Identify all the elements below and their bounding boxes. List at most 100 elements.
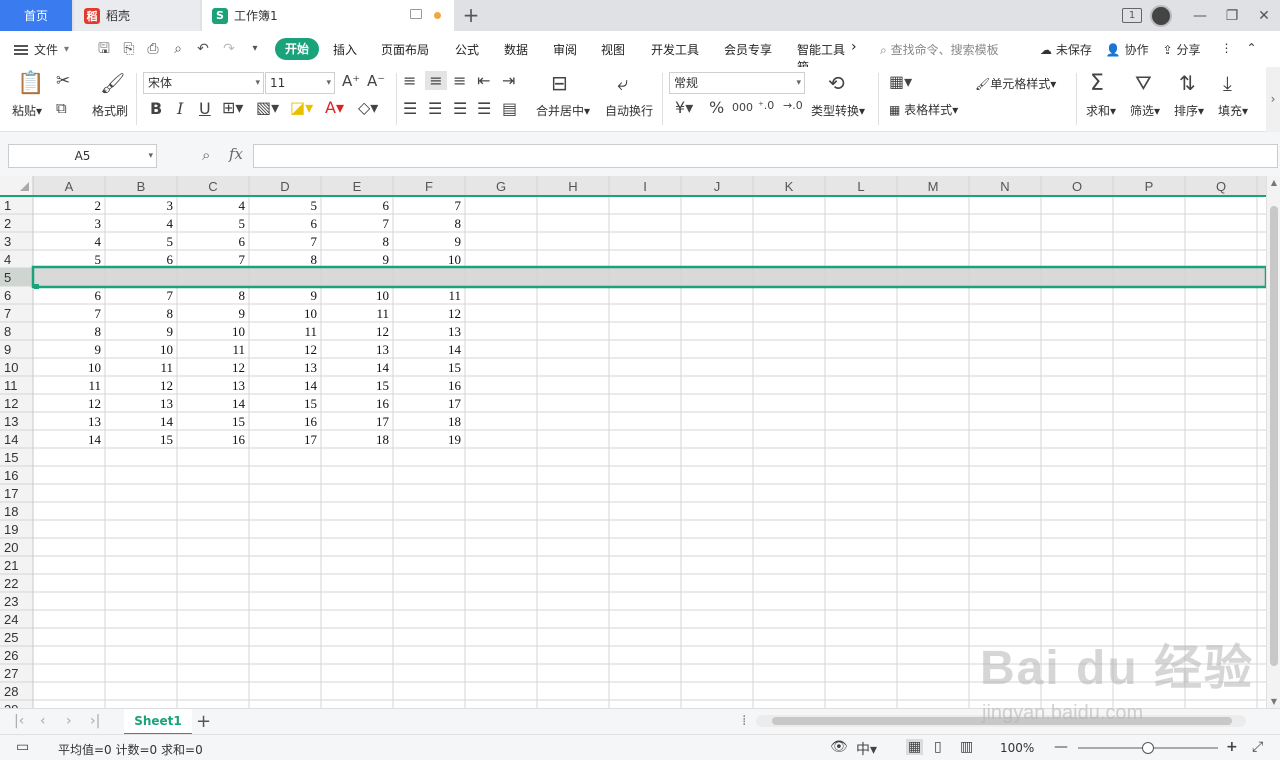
cell-c11[interactable]: 13 <box>232 378 245 393</box>
row-header-21[interactable]: 21 <box>4 558 18 573</box>
cell-c10[interactable]: 12 <box>232 360 245 375</box>
cell-f14[interactable]: 19 <box>448 432 461 447</box>
fill-pattern-icon[interactable]: ▧▾ <box>256 98 279 117</box>
row-header-1[interactable]: 1 <box>4 198 11 213</box>
decrease-font-icon[interactable]: A⁻ <box>367 72 385 90</box>
vertical-scroll-thumb[interactable] <box>1270 206 1278 666</box>
row-header-27[interactable]: 27 <box>4 666 18 681</box>
column-header-k[interactable]: K <box>785 179 794 194</box>
column-header-q[interactable]: Q <box>1216 179 1226 194</box>
cell-c9[interactable]: 11 <box>232 342 245 357</box>
cell-f10[interactable]: 15 <box>448 360 461 375</box>
cell-b6[interactable]: 7 <box>167 288 174 303</box>
cell-d9[interactable]: 12 <box>304 342 317 357</box>
cell-a9[interactable]: 9 <box>95 342 102 357</box>
row-header-20[interactable]: 20 <box>4 540 18 555</box>
column-header-f[interactable]: F <box>425 179 433 194</box>
type-convert-button[interactable]: 类型转换▾ <box>811 102 865 119</box>
cell-d1[interactable]: 5 <box>311 198 318 213</box>
tab-home[interactable]: 首页 <box>0 0 72 31</box>
column-header-b[interactable]: B <box>137 179 146 194</box>
cell-d8[interactable]: 11 <box>304 324 317 339</box>
column-header-e[interactable]: E <box>353 179 362 194</box>
grid-canvas[interactable]: A B C D E F G H I J K L M N O P Q12345678910111213141516… <box>0 176 1266 708</box>
cell-a1[interactable]: 2 <box>95 198 102 213</box>
cell-d7[interactable]: 10 <box>304 306 317 321</box>
cell-a14[interactable]: 14 <box>88 432 102 447</box>
eye-protection-icon[interactable]: 👁 <box>830 739 848 755</box>
function-icon[interactable]: fx <box>229 145 243 163</box>
zoom-slider-knob[interactable] <box>1142 742 1154 754</box>
font-size-select[interactable]: 11 <box>265 72 335 94</box>
horizontal-scroll-thumb[interactable] <box>772 717 1232 725</box>
cell-a6[interactable]: 6 <box>95 288 102 303</box>
conditional-format-icon[interactable]: ▦▾ <box>889 72 912 91</box>
cell-d2[interactable]: 6 <box>311 216 318 231</box>
cell-d3[interactable]: 7 <box>311 234 318 249</box>
row-header-28[interactable]: 28 <box>4 684 18 699</box>
tab-developer[interactable]: 开发工具 <box>651 41 699 58</box>
collapse-ribbon-icon[interactable]: ⌃ <box>1247 41 1257 58</box>
cell-f3[interactable]: 9 <box>455 234 462 249</box>
row-header-16[interactable]: 16 <box>4 468 18 483</box>
fill-handle[interactable] <box>34 284 39 289</box>
cell-c2[interactable]: 5 <box>239 216 246 231</box>
monitor-icon[interactable] <box>410 9 422 19</box>
increase-indent-icon[interactable]: ⇥ <box>502 71 515 90</box>
cell-a3[interactable]: 4 <box>95 234 102 249</box>
normal-view-icon[interactable]: ▦ <box>906 739 924 755</box>
bold-button[interactable]: B <box>150 99 162 118</box>
row-header-25[interactable]: 25 <box>4 630 18 645</box>
row-header-4[interactable]: 4 <box>4 252 11 267</box>
paste-button[interactable]: 粘贴▾ <box>12 102 42 119</box>
cell-d13[interactable]: 16 <box>304 414 318 429</box>
tab-member[interactable]: 会员专享 <box>724 41 772 58</box>
tab-workbook[interactable]: S 工作簿1 <box>202 0 454 31</box>
cell-b12[interactable]: 13 <box>160 396 173 411</box>
column-header-g[interactable]: G <box>496 179 506 194</box>
vertical-scrollbar[interactable]: ▲ ▼ <box>1266 176 1280 708</box>
last-sheet-icon[interactable]: ›| <box>90 713 100 729</box>
row-header-7[interactable]: 7 <box>4 306 11 321</box>
column-header-m[interactable]: M <box>928 179 939 194</box>
cell-a4[interactable]: 5 <box>95 252 102 267</box>
clear-format-icon[interactable]: ◇▾ <box>358 98 378 117</box>
cell-e3[interactable]: 8 <box>383 234 390 249</box>
row-header-9[interactable]: 9 <box>4 342 11 357</box>
column-header-a[interactable]: A <box>65 179 74 194</box>
cell-f4[interactable]: 10 <box>448 252 461 267</box>
column-header-l[interactable]: L <box>857 179 864 194</box>
decrease-indent-icon[interactable]: ⇤ <box>477 71 490 90</box>
avatar[interactable] <box>1150 4 1172 27</box>
cell-e12[interactable]: 16 <box>376 396 390 411</box>
quick-access-more-icon[interactable]: ▾ <box>245 39 265 59</box>
row-header-23[interactable]: 23 <box>4 594 18 609</box>
zoom-out-icon[interactable]: — <box>1054 739 1068 755</box>
row-header-17[interactable]: 17 <box>4 486 18 501</box>
align-right-icon[interactable]: ☰ <box>453 99 467 118</box>
cell-f6[interactable]: 11 <box>448 288 461 303</box>
distributed-icon[interactable]: ▤ <box>502 99 517 118</box>
export-pdf-icon[interactable]: ⎘ <box>119 39 139 59</box>
column-header-o[interactable]: O <box>1072 179 1082 194</box>
cell-f2[interactable]: 8 <box>455 216 462 231</box>
name-box[interactable]: A5 <box>8 144 157 168</box>
paste-icon[interactable]: 📋 <box>17 71 44 96</box>
cell-f7[interactable]: 12 <box>448 306 461 321</box>
column-header-h[interactable]: H <box>568 179 577 194</box>
column-header-n[interactable]: N <box>1000 179 1009 194</box>
scroll-down-icon[interactable]: ▼ <box>1267 697 1280 706</box>
cell-style-button[interactable]: 🖌单元格样式▾ <box>975 75 1056 92</box>
sheet-tab-sheet1[interactable]: Sheet1 <box>124 709 192 735</box>
cell-d14[interactable]: 17 <box>304 432 318 447</box>
cell-c7[interactable]: 9 <box>239 306 246 321</box>
tab-view[interactable]: 视图 <box>601 41 625 58</box>
cell-a2[interactable]: 3 <box>95 216 102 231</box>
more-vertical-icon[interactable]: ⋮ <box>1221 41 1233 58</box>
window-count-icon[interactable]: 1 <box>1122 8 1142 23</box>
table-style-button[interactable]: ▦ 表格样式▾ <box>889 101 958 118</box>
tab-data[interactable]: 数据 <box>504 41 528 58</box>
align-bottom-icon[interactable]: ≡ <box>453 71 466 90</box>
cell-b10[interactable]: 11 <box>160 360 173 375</box>
auto-wrap-button[interactable]: 自动换行 <box>605 102 653 119</box>
